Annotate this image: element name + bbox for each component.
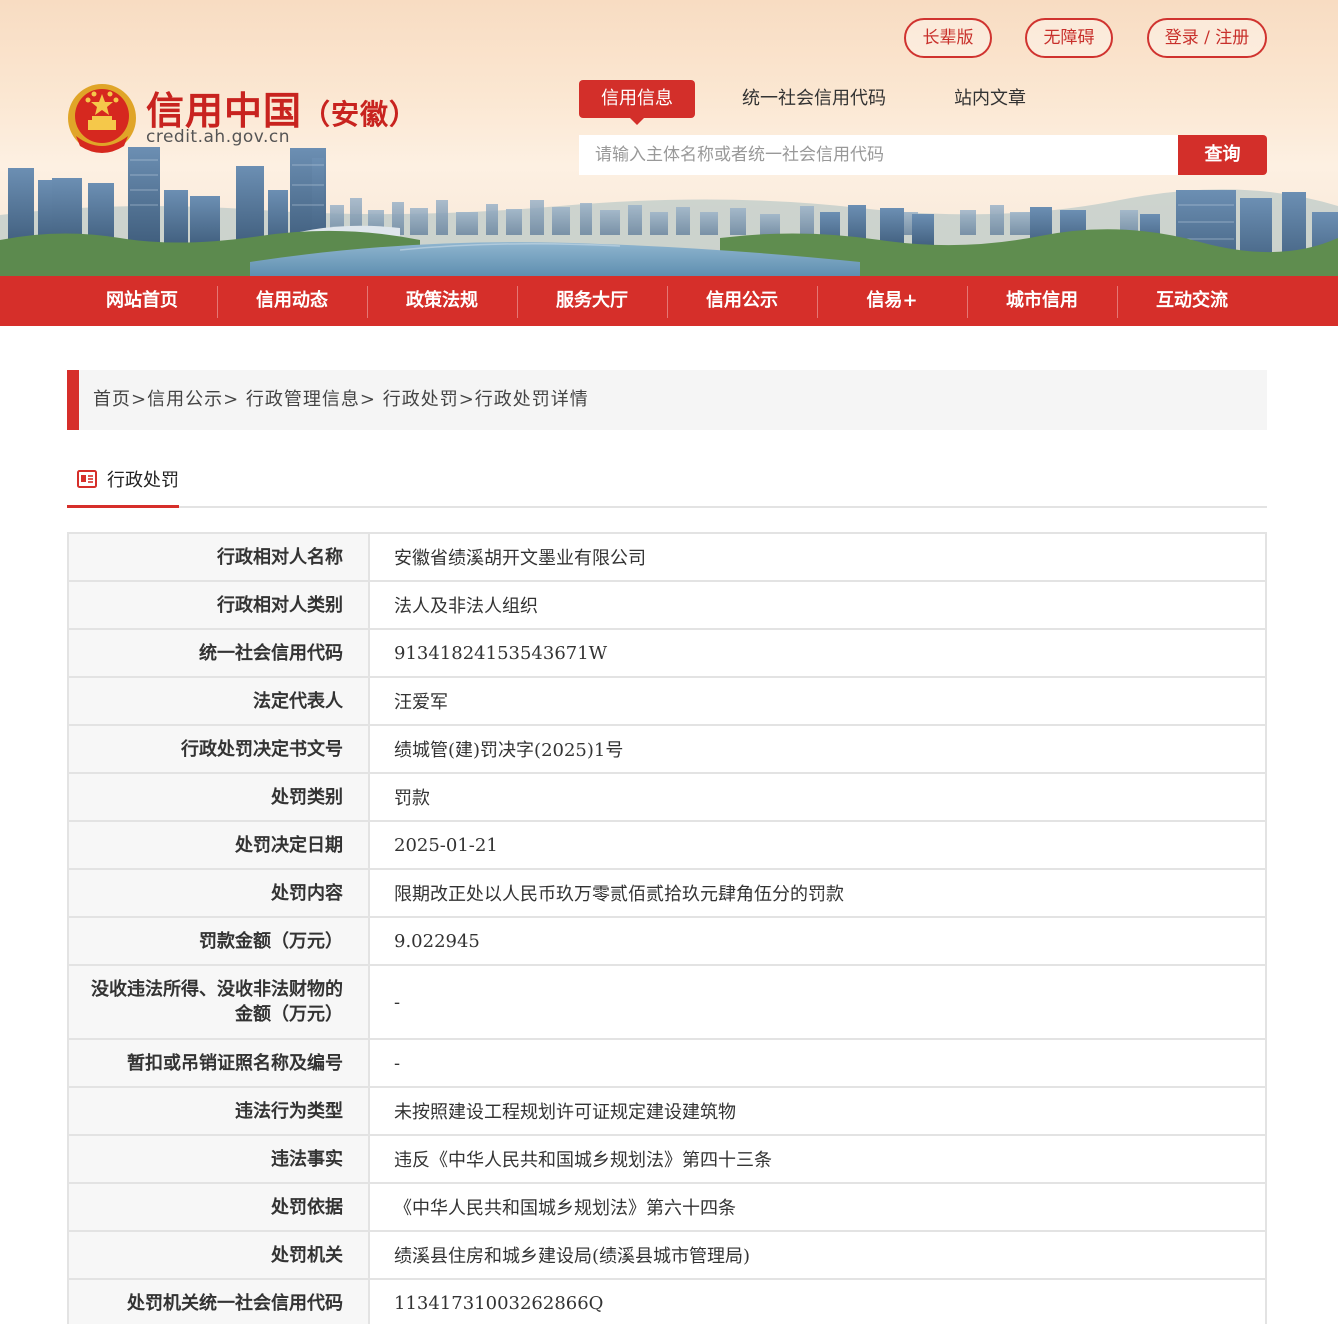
row-value: 汪爱军 xyxy=(368,676,1267,726)
elder-mode-button[interactable]: 长辈版 xyxy=(904,18,992,58)
row-value: 2025-01-21 xyxy=(368,820,1267,870)
table-row: 行政处罚决定书文号 绩城管(建)罚决字(2025)1号 xyxy=(67,724,1267,774)
row-label: 处罚决定日期 xyxy=(67,820,370,870)
row-value: 绩城管(建)罚决字(2025)1号 xyxy=(368,724,1267,774)
table-row: 暂扣或吊销证照名称及编号 - xyxy=(67,1038,1267,1088)
row-label: 行政处罚决定书文号 xyxy=(67,724,370,774)
table-row: 处罚内容 限期改正处以人民币玖万零贰佰贰拾玖元肆角伍分的罚款 xyxy=(67,868,1267,918)
row-value: 9.022945 xyxy=(368,916,1267,966)
search-button[interactable]: 查询 xyxy=(1178,135,1267,175)
nav-item-policy[interactable]: 政策法规 xyxy=(367,276,517,326)
search-input[interactable]: 请输入主体名称或者统一社会信用代码 xyxy=(579,135,1179,175)
login-register-button[interactable]: 登录 / 注册 xyxy=(1147,18,1267,58)
row-label: 处罚依据 xyxy=(67,1182,370,1232)
row-value: 安徽省绩溪胡开文墨业有限公司 xyxy=(368,532,1267,582)
national-emblem-icon xyxy=(68,84,136,153)
logo-url: credit.ah.gov.cn xyxy=(146,127,291,147)
table-row: 罚款金额（万元） 9.022945 xyxy=(67,916,1267,966)
row-label: 行政相对人名称 xyxy=(67,532,370,582)
table-row: 行政相对人名称 安徽省绩溪胡开文墨业有限公司 xyxy=(67,532,1267,582)
table-row: 处罚机关统一社会信用代码 11341731003262866Q xyxy=(67,1278,1267,1324)
breadcrumb[interactable]: 首页>信用公示> 行政管理信息> 行政处罚>行政处罚详情 xyxy=(67,370,1267,430)
nav-item-credit-news[interactable]: 信用动态 xyxy=(217,276,367,326)
row-label: 没收违法所得、没收非法财物的金额（万元） xyxy=(67,964,370,1040)
tab-credit-code[interactable]: 统一社会信用代码 xyxy=(730,80,898,118)
tab-site-articles[interactable]: 站内文章 xyxy=(940,80,1040,118)
tab-credit-info[interactable]: 信用信息 xyxy=(579,80,695,125)
row-label: 统一社会信用代码 xyxy=(67,628,370,678)
accessibility-button[interactable]: 无障碍 xyxy=(1025,18,1113,58)
header-banner: 长辈版 无障碍 登录 / 注册 信用中国（安徽） credit.ah.gov.c… xyxy=(0,0,1338,276)
table-row: 行政相对人类别 法人及非法人组织 xyxy=(67,580,1267,630)
row-label: 处罚内容 xyxy=(67,868,370,918)
news-icon xyxy=(77,470,97,488)
row-value: 法人及非法人组织 xyxy=(368,580,1267,630)
section-header: 行政处罚 xyxy=(67,452,1267,508)
row-value: 未按照建设工程规划许可证规定建设建筑物 xyxy=(368,1086,1267,1136)
row-value: - xyxy=(368,1038,1267,1088)
table-row: 处罚依据 《中华人民共和国城乡规划法》第六十四条 xyxy=(67,1182,1267,1232)
row-value: 91341824153543671W xyxy=(368,628,1267,678)
main-nav: 网站首页 信用动态 政策法规 服务大厅 信用公示 信易+ 城市信用 互动交流 xyxy=(0,276,1338,326)
row-label: 处罚机关 xyxy=(67,1230,370,1280)
nav-item-service-hall[interactable]: 服务大厅 xyxy=(517,276,667,326)
table-row: 违法事实 违反《中华人民共和国城乡规划法》第四十三条 xyxy=(67,1134,1267,1184)
row-value: 11341731003262866Q xyxy=(368,1278,1267,1324)
row-value: 罚款 xyxy=(368,772,1267,822)
row-value: - xyxy=(368,964,1267,1040)
logo-province: （安徽） xyxy=(302,98,419,131)
table-row: 处罚机关 绩溪县住房和城乡建设局(绩溪县城市管理局) xyxy=(67,1230,1267,1280)
row-value: 违反《中华人民共和国城乡规划法》第四十三条 xyxy=(368,1134,1267,1184)
row-value: 绩溪县住房和城乡建设局(绩溪县城市管理局) xyxy=(368,1230,1267,1280)
row-label: 法定代表人 xyxy=(67,676,370,726)
nav-item-xinyi-plus[interactable]: 信易+ xyxy=(817,276,967,326)
row-value: 限期改正处以人民币玖万零贰佰贰拾玖元肆角伍分的罚款 xyxy=(368,868,1267,918)
section-tab-active: 行政处罚 xyxy=(67,452,179,508)
row-value: 《中华人民共和国城乡规划法》第六十四条 xyxy=(368,1182,1267,1232)
penalty-detail-table: 行政相对人名称 安徽省绩溪胡开文墨业有限公司 行政相对人类别 法人及非法人组织 统一… xyxy=(67,532,1267,1324)
row-label: 违法事实 xyxy=(67,1134,370,1184)
row-label: 处罚机关统一社会信用代码 xyxy=(67,1278,370,1324)
row-label: 处罚类别 xyxy=(67,772,370,822)
nav-item-interaction[interactable]: 互动交流 xyxy=(1117,276,1267,326)
table-row: 没收违法所得、没收非法财物的金额（万元） - xyxy=(67,964,1267,1040)
nav-item-city-credit[interactable]: 城市信用 xyxy=(967,276,1117,326)
row-label: 行政相对人类别 xyxy=(67,580,370,630)
table-row: 统一社会信用代码 91341824153543671W xyxy=(67,628,1267,678)
nav-item-credit-publicity[interactable]: 信用公示 xyxy=(667,276,817,326)
row-label: 暂扣或吊销证照名称及编号 xyxy=(67,1038,370,1088)
nav-item-home[interactable]: 网站首页 xyxy=(67,276,217,326)
table-row: 法定代表人 汪爱军 xyxy=(67,676,1267,726)
section-title: 行政处罚 xyxy=(107,470,179,491)
row-label: 违法行为类型 xyxy=(67,1086,370,1136)
table-row: 违法行为类型 未按照建设工程规划许可证规定建设建筑物 xyxy=(67,1086,1267,1136)
table-row: 处罚类别 罚款 xyxy=(67,772,1267,822)
row-label: 罚款金额（万元） xyxy=(67,916,370,966)
table-row: 处罚决定日期 2025-01-21 xyxy=(67,820,1267,870)
